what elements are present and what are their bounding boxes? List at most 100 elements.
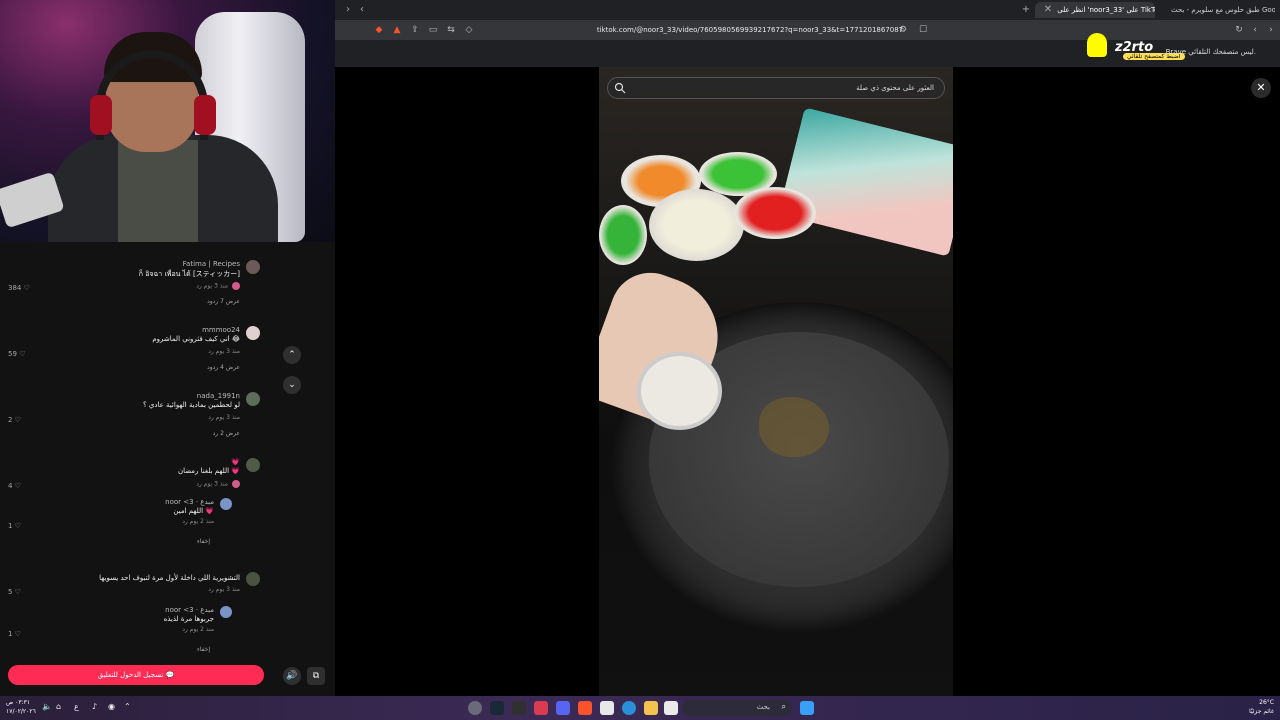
like-count[interactable]: 1 ♡ (8, 630, 21, 638)
brave-icon[interactable] (578, 701, 592, 715)
comment-meta: منذ 3 يوم رد (208, 586, 240, 593)
avatar[interactable] (246, 392, 260, 406)
task-view-icon[interactable] (664, 701, 678, 715)
search-icon[interactable] (614, 82, 626, 94)
bookmark-icon[interactable]: ☐ (917, 23, 929, 37)
window-icon[interactable]: ▭ (427, 23, 439, 37)
comment-text: اني كيف فثروني الماشروم 😂 (152, 335, 240, 343)
edge-icon[interactable] (622, 701, 636, 715)
scroll-right-icon[interactable]: › (341, 3, 355, 17)
pepper-red-bowl (734, 187, 816, 239)
steam-icon[interactable] (490, 701, 504, 715)
comment-meta: منذ 3 يوم رد (208, 348, 240, 355)
like-count[interactable]: 4 ♡ (8, 482, 21, 490)
avatar[interactable] (246, 458, 260, 472)
view-replies-button[interactable]: عرض 4 ردود (207, 364, 240, 371)
comment-text: اللهم بلغنا رمضان 💗 (177, 467, 240, 475)
scroll-down-button[interactable]: ⌄ (283, 376, 301, 394)
site-settings-icon[interactable]: ⚙ (897, 23, 909, 37)
login-to-comment-button[interactable]: تسجيل الدخول للتعليق 💬 (8, 665, 264, 685)
scroll-up-button[interactable]: ⌃ (283, 346, 301, 364)
settings-icon[interactable] (468, 701, 482, 715)
like-count[interactable]: 1 ♡ (8, 522, 21, 530)
language-tray-icon[interactable]: ع (74, 702, 79, 711)
comment-text: اللهم امين 💗 (173, 507, 214, 515)
close-tab-icon[interactable]: ✕ (1041, 3, 1055, 17)
comment-meta: منذ 2 يوم رد (182, 518, 214, 525)
app-tray-icon[interactable]: ◉ (108, 702, 115, 711)
streamer (48, 20, 278, 242)
scroll-left-icon[interactable]: ‹ (355, 3, 369, 17)
comment-item: mmmoo24 اني كيف فثروني الماشروم 😂 منذ 3 … (0, 326, 270, 376)
tab-tiktok[interactable]: ✕ انظر على 'noor3_33' على TikTok (1035, 2, 1155, 18)
obs-icon[interactable] (512, 701, 526, 715)
chicken-package (778, 107, 953, 257)
reload-icon[interactable]: ↻ (1233, 23, 1245, 37)
new-tab-button[interactable]: + (1019, 3, 1033, 17)
start-icon[interactable] (800, 701, 814, 715)
comment-meta: منذ 2 يوم رد (182, 626, 214, 633)
volume-icon[interactable]: 🔊 (283, 667, 301, 685)
search-placeholder: العثور على محتوى ذي صلة (856, 84, 934, 92)
snapchat-ghost-icon (1087, 33, 1107, 57)
avatar[interactable] (246, 572, 260, 586)
show-hidden-icons[interactable]: ⌃ (124, 702, 131, 711)
hide-replies-button[interactable]: إخفاء (197, 538, 210, 545)
video-stage: العثور على محتوى ذي صلة ✕ (335, 67, 1280, 696)
mic-tray-icon[interactable]: ♪ (92, 702, 97, 711)
brave-rewards-icon[interactable]: ▲ (391, 23, 403, 37)
comment-username[interactable]: noor <3 · مبدع (165, 606, 214, 614)
video-player[interactable]: العثور على محتوى ذي صلة (599, 67, 953, 696)
comments-panel: Fatima | Recipes ก็ อิจฉา เพื่อน ได้ [ステ… (0, 242, 335, 696)
comment-meta: منذ 3 يوم رد (196, 480, 240, 488)
taskbar-search[interactable]: بحث ⌕ (682, 700, 792, 716)
avatar[interactable] (220, 606, 232, 618)
forward-icon[interactable]: ‹ (1249, 23, 1261, 37)
comment-text: لو لحطمين بمادية الهوائية عادي ؟ (142, 401, 240, 409)
avatar[interactable] (246, 260, 260, 274)
comment-username[interactable]: mmmoo24 (202, 326, 240, 334)
share-icon[interactable]: ⇪ (409, 23, 421, 37)
tab-bar: › ‹ طبق حلوس مع سلويرم - بحث Google ✕ ان… (335, 0, 1280, 20)
url-field[interactable]: tiktok.com/@noor3_33/video/7605980569939… (585, 23, 915, 37)
file-explorer-icon[interactable] (644, 701, 658, 715)
clock[interactable]: ٠٣:٣١ ص ١٧/٠٢/٢٠٢٦ (6, 698, 36, 716)
comment-username[interactable]: Fatima | Recipes (183, 260, 240, 268)
translate-icon[interactable]: ⇆ (445, 23, 457, 37)
comment-username[interactable]: nada_1991n (197, 392, 240, 400)
like-count[interactable]: 384 ♡ (8, 284, 30, 292)
comment-username[interactable]: noor <3 · مبدع (165, 498, 214, 506)
cup (637, 352, 722, 430)
comment-item: 💗 اللهم بلغنا رمضان 💗 منذ 3 يوم رد 4 ♡ (0, 458, 270, 498)
video-search-bar[interactable]: العثور على محتوى ذي صلة (607, 77, 945, 99)
discord-icon[interactable] (556, 701, 570, 715)
taskbar-search-placeholder: بحث (756, 703, 770, 711)
like-count[interactable]: 5 ♡ (8, 588, 21, 596)
avatar[interactable] (220, 498, 232, 510)
weather-widget[interactable]: 26°C غائم جزئيًا (1249, 698, 1274, 716)
network-tray-icon[interactable]: ⌂ (56, 702, 61, 711)
reply-item: noor <3 · مبدع اللهم امين 💗 منذ 2 يوم رد… (0, 498, 270, 548)
view-replies-button[interactable]: عرض 7 ردود (207, 298, 240, 305)
webcam-overlay (0, 0, 335, 242)
leo-icon[interactable]: ◇ (463, 23, 475, 37)
volume-tray-icon[interactable]: 🔈 (42, 702, 52, 711)
pip-icon[interactable]: ⧉ (307, 667, 325, 685)
photos-icon[interactable] (600, 701, 614, 715)
comment-text: جربوها مرة لذيذه (163, 615, 214, 623)
like-count[interactable]: 59 ♡ (8, 350, 25, 358)
brave-shield-icon[interactable]: ◆ (373, 23, 385, 37)
comment-item: Fatima | Recipes ก็ อิจฉา เพื่อน ได้ [ステ… (0, 260, 270, 310)
close-video-button[interactable]: ✕ (1251, 78, 1271, 98)
view-replies-button[interactable]: عرض 2 رد (213, 430, 240, 437)
tab-google-search[interactable]: طبق حلوس مع سلويرم - بحث Google (1165, 2, 1275, 18)
comment-text: التشويرية اللي داخلة لأول مرة لتبوف احد … (99, 574, 240, 582)
comment-meta: منذ 3 يوم رد (208, 414, 240, 421)
search-icon: ⌕ (781, 702, 786, 711)
app-icon[interactable] (534, 701, 548, 715)
comment-username[interactable]: 💗 (231, 458, 240, 466)
back-icon[interactable]: › (1265, 23, 1277, 37)
avatar[interactable] (246, 326, 260, 340)
hide-replies-button[interactable]: إخفاء (197, 646, 210, 653)
like-count[interactable]: 2 ♡ (8, 416, 21, 424)
